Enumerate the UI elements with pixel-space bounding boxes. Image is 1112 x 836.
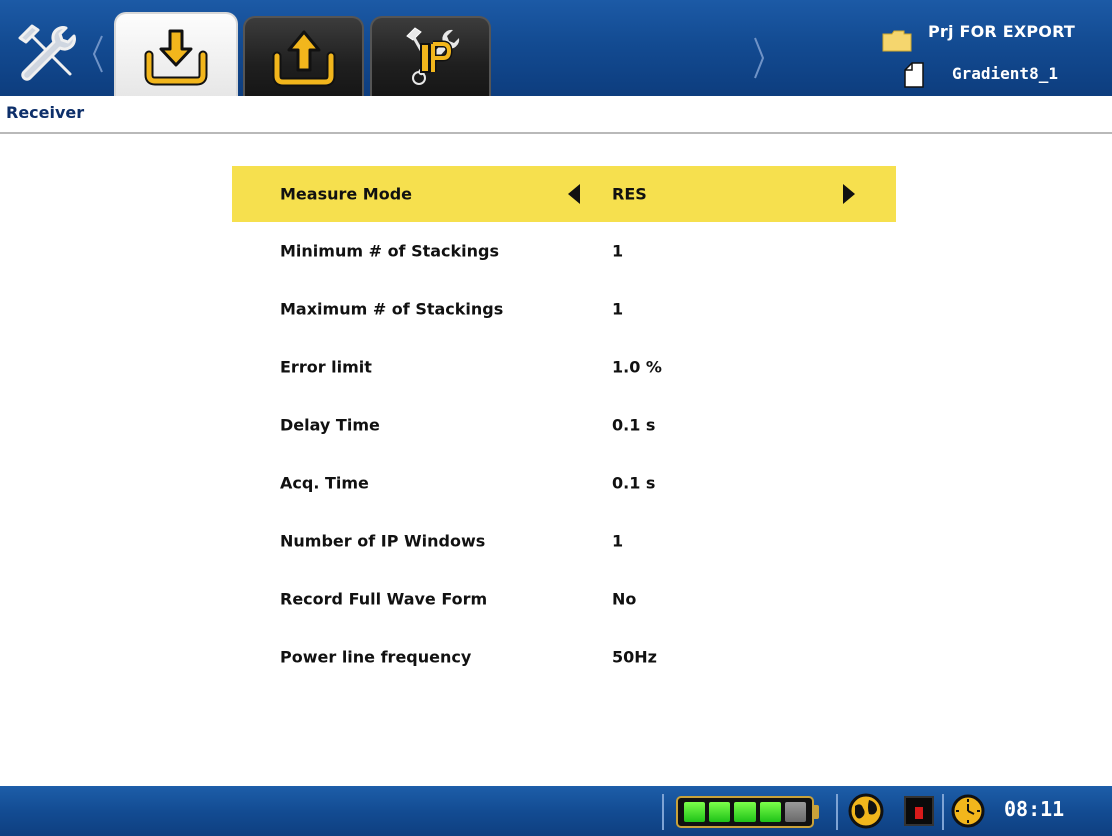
setting-row-error-limit[interactable]: Error limit 1.0 % (232, 338, 896, 396)
project-name: Prj FOR EXPORT (928, 22, 1076, 41)
battery-icon (676, 796, 814, 828)
setting-label: Minimum # of Stackings (280, 241, 500, 261)
setting-value: No (612, 589, 637, 609)
clock-time: 08:11 (1004, 797, 1065, 821)
battery-cell (734, 802, 756, 822)
setting-row-delay-time[interactable]: Delay Time 0.1 s (232, 396, 896, 454)
setting-label: Number of IP Windows (280, 531, 486, 551)
tab-receive[interactable] (114, 12, 238, 98)
status-bar: 08:11 (0, 786, 1112, 836)
setting-row-min-stackings[interactable]: Minimum # of Stackings 1 (232, 222, 896, 280)
setting-label: Power line frequency (280, 647, 472, 667)
setting-value: 1 (612, 531, 624, 551)
clock-icon[interactable] (951, 794, 985, 828)
battery-cell (784, 802, 807, 822)
setting-row-measure-mode[interactable]: Measure Mode RES (232, 166, 896, 222)
top-bar: Prj FOR EXPORT Gradient8_1 (0, 0, 1112, 98)
tools-icon[interactable] (14, 20, 80, 86)
tab-scroll-right[interactable] (752, 36, 766, 80)
upload-tray-icon (272, 30, 335, 87)
ip-tools-icon (405, 27, 459, 85)
project-info: Prj FOR EXPORT Gradient8_1 (876, 8, 1112, 90)
folder-icon (882, 30, 912, 52)
tab-send[interactable] (243, 16, 364, 96)
setting-row-full-wave[interactable]: Record Full Wave Form No (232, 570, 896, 628)
setting-row-acq-time[interactable]: Acq. Time 0.1 s (232, 454, 896, 512)
status-divider (942, 794, 944, 830)
globe-icon[interactable] (847, 792, 885, 830)
setting-value: 1 (612, 299, 624, 319)
status-divider (836, 794, 838, 830)
battery-cell (759, 802, 781, 822)
file-name: Gradient8_1 (952, 64, 1058, 83)
record-indicator-icon (904, 796, 934, 826)
setting-label: Maximum # of Stackings (280, 299, 504, 319)
setting-value: 50Hz (612, 647, 657, 667)
setting-label: Acq. Time (280, 473, 369, 493)
setting-label: Delay Time (280, 415, 380, 435)
setting-value: RES (612, 184, 647, 204)
section-title: Receiver (6, 103, 85, 122)
section-header: Receiver (0, 96, 1112, 134)
setting-value: 1.0 % (612, 357, 662, 377)
setting-row-max-stackings[interactable]: Maximum # of Stackings 1 (232, 280, 896, 338)
setting-label: Measure Mode (280, 184, 413, 204)
download-tray-icon (144, 29, 208, 86)
tab-ip[interactable] (370, 16, 491, 96)
setting-value: 0.1 s (612, 473, 656, 493)
battery-cell (709, 802, 731, 822)
setting-label: Record Full Wave Form (280, 589, 488, 609)
setting-row-power-line[interactable]: Power line frequency 50Hz (232, 628, 896, 686)
setting-value: 0.1 s (612, 415, 656, 435)
settings-list: Measure Mode RES Minimum # of Stackings … (232, 166, 896, 686)
battery-cell (684, 802, 706, 822)
file-icon (904, 62, 924, 88)
tab-scroll-left[interactable] (92, 34, 104, 74)
battery-terminal (814, 805, 819, 819)
setting-row-ip-windows[interactable]: Number of IP Windows 1 (232, 512, 896, 570)
arrow-right-icon[interactable] (843, 184, 855, 204)
setting-value: 1 (612, 241, 624, 261)
setting-label: Error limit (280, 357, 372, 377)
status-divider (662, 794, 664, 830)
arrow-left-icon[interactable] (568, 184, 580, 204)
